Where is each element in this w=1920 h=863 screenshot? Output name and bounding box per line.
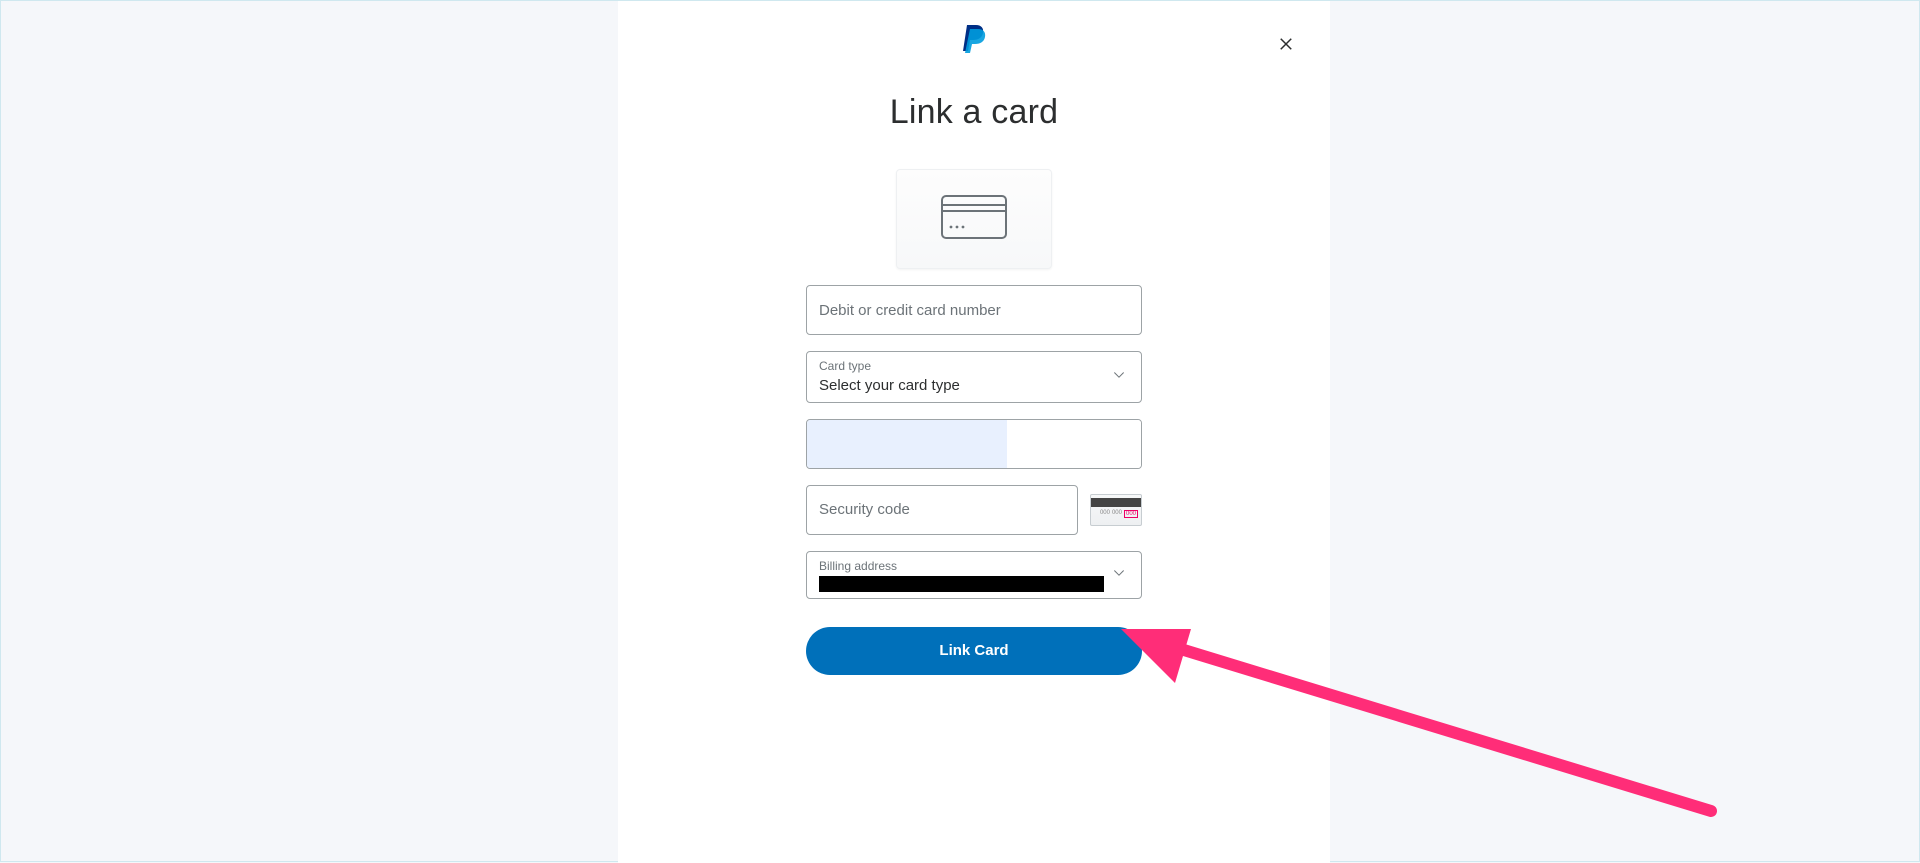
- credit-card-icon: [941, 195, 1007, 244]
- page-title: Link a card: [618, 93, 1330, 132]
- paypal-logo-icon: [961, 23, 987, 53]
- expiry-autofill-region: [807, 420, 1007, 468]
- security-code-input[interactable]: [819, 501, 1065, 518]
- expiry-field[interactable]: [806, 419, 1142, 469]
- card-type-label: Card type: [819, 360, 1129, 372]
- expiry-empty-region: [1007, 420, 1141, 468]
- chevron-down-icon: [1111, 366, 1127, 387]
- billing-address-value-redacted: [819, 576, 1104, 592]
- card-illustration: [896, 169, 1052, 269]
- chevron-down-icon: [1111, 564, 1127, 585]
- close-button[interactable]: [1272, 31, 1300, 59]
- card-number-field[interactable]: [806, 285, 1142, 335]
- submit-button[interactable]: Link Card: [806, 627, 1142, 675]
- cvv-hint-icon: 000000000: [1090, 494, 1142, 526]
- security-code-field[interactable]: [806, 485, 1078, 535]
- modal-panel: Link a card Card type Selec: [618, 1, 1330, 863]
- page-background: Link a card Card type Selec: [0, 0, 1920, 862]
- close-icon: [1277, 35, 1295, 56]
- billing-address-select[interactable]: Billing address: [806, 551, 1142, 599]
- card-type-value: Select your card type: [819, 377, 960, 394]
- link-card-form: Card type Select your card type: [806, 285, 1142, 675]
- billing-address-label: Billing address: [819, 560, 1129, 572]
- card-number-input[interactable]: [819, 302, 1129, 319]
- card-type-select[interactable]: Card type Select your card type: [806, 351, 1142, 403]
- security-code-row: 000000000: [806, 485, 1142, 535]
